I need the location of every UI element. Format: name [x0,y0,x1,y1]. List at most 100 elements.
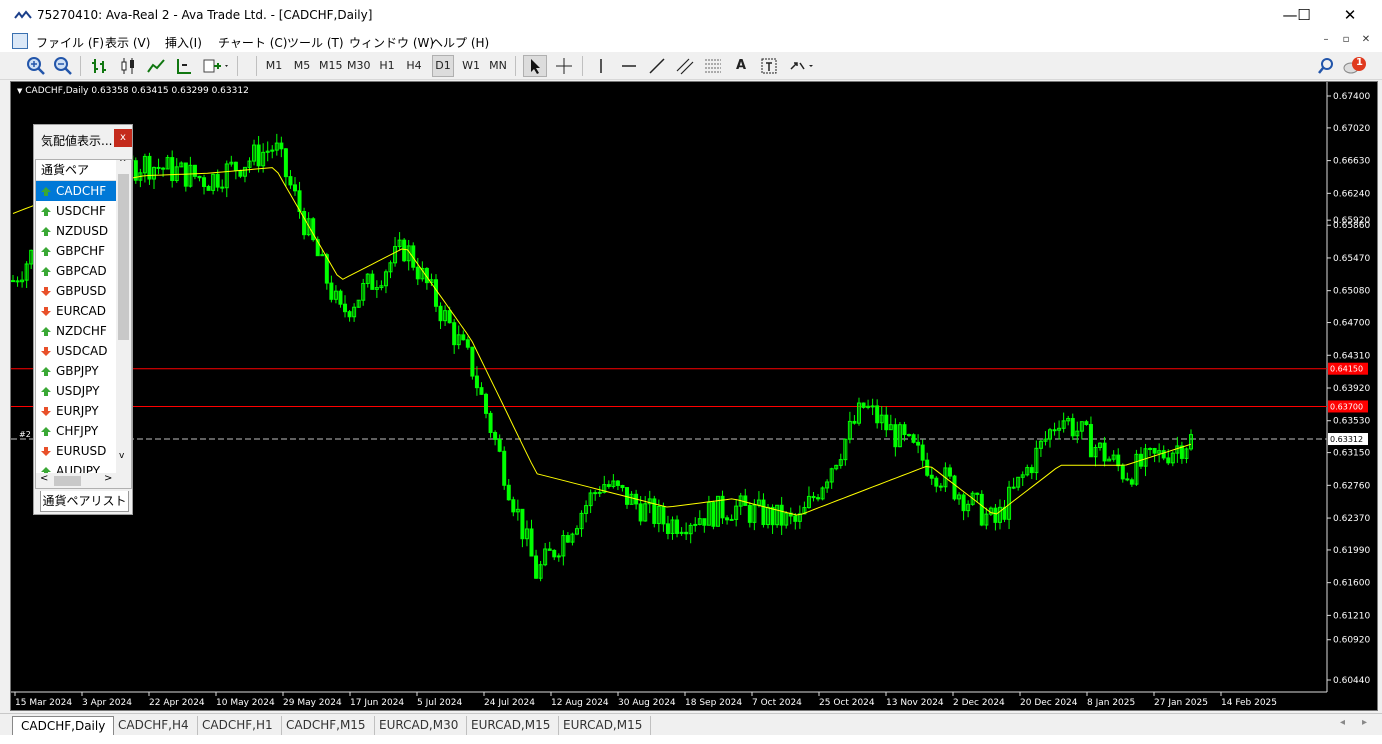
symbol-name: CHFJPY [56,424,99,438]
chart-tab[interactable]: EURCAD,M30 [371,716,468,735]
text-label-icon[interactable] [758,55,780,77]
vertical-line-icon[interactable] [590,55,612,77]
menu-insert[interactable]: 挿入(I) [165,34,202,51]
chart-shift-icon[interactable] [201,55,231,77]
price-tick-label: 0.67400 [1333,92,1370,102]
chart-window-icon[interactable] [12,33,28,49]
candle-body [288,176,293,186]
candle-body [902,424,907,436]
timeframe-mn-button[interactable]: MN [487,55,509,77]
chart-menu-arrow-icon[interactable]: ▼ [17,87,22,95]
tab-scroll-left-icon[interactable]: ◂ [1340,717,1345,728]
symbol-row-eurcad[interactable]: EURCAD [36,301,116,321]
mdi-close-button[interactable]: ✕ [1358,34,1374,48]
trendline-icon[interactable] [646,55,668,77]
chart-tab[interactable]: CADCHF,H1 [194,716,282,735]
channel-icon[interactable] [674,55,696,77]
maximize-button[interactable]: ☐ [1281,0,1327,31]
symbol-row-gbpcad[interactable]: GBPCAD [36,261,116,281]
menu-chart[interactable]: チャート (C) [218,34,287,51]
zoom-out-icon[interactable] [52,55,74,77]
symbol-row-usdchf[interactable]: USDCHF [36,201,116,221]
chart-tab[interactable]: CADCHF,Daily [12,716,115,735]
symbol-row-gbpjpy[interactable]: GBPJPY [36,361,116,381]
vertical-scrollbar[interactable]: ^ v [116,160,131,488]
bar-chart-icon[interactable] [89,55,111,77]
symbol-row-nzdchf[interactable]: NZDCHF [36,321,116,341]
arrow-up-icon [41,247,51,256]
menu-help[interactable]: ヘルプ (H) [431,34,489,51]
symbol-row-gbpchf[interactable]: GBPCHF [36,241,116,261]
candle-body [947,467,952,477]
candle-body [665,523,670,534]
arrows-icon[interactable] [786,55,816,77]
candle-body [979,493,984,526]
zoom-in-icon[interactable] [25,55,47,77]
scroll-right-icon[interactable]: > [104,473,112,484]
text-tool-button[interactable]: A [730,55,752,77]
symbol-row-eurjpy[interactable]: EURJPY [36,401,116,421]
cursor-icon[interactable] [523,55,547,77]
search-icon[interactable] [1315,55,1337,77]
symbol-row-nzdusd[interactable]: NZDUSD [36,221,116,241]
chart-tab-bar: CADCHF,Daily CADCHF,H4 CADCHF,H1 CADCHF,… [0,713,1382,735]
menu-file[interactable]: ファイル (F) [36,34,104,51]
candle-body [702,518,707,526]
date-tick-label: 15 Mar 2024 [15,698,72,708]
mdi-minimize-button[interactable]: – [1318,34,1334,48]
notification-icon[interactable]: 1 [1342,55,1368,77]
chart-tab[interactable]: CADCHF,H4 [110,716,198,735]
price-tick-label: 0.63150 [1333,449,1370,459]
tab-scroll-right-icon[interactable]: ▸ [1362,717,1367,728]
autoscroll-icon[interactable] [173,55,195,77]
timeframe-h1-button[interactable]: H1 [376,55,398,77]
candle-body [593,492,598,495]
market-watch-tab-symbols[interactable]: 通貨ペアリスト [40,491,129,512]
candle-body [1129,479,1134,485]
candle-body [920,444,925,461]
chart-tab[interactable]: CADCHF,M15 [278,716,375,735]
symbol-row-chfjpy[interactable]: CHFJPY [36,421,116,441]
symbol-row-usdjpy[interactable]: USDJPY [36,381,116,401]
market-watch-close-button[interactable]: x [114,129,132,147]
price-tick-label: 0.65080 [1333,287,1370,297]
timeframe-m15-button[interactable]: M15 [319,55,343,77]
candle-body [620,484,625,489]
horizontal-line-icon[interactable] [618,55,640,77]
line-chart-icon[interactable] [145,55,167,77]
vertical-scroll-thumb[interactable] [118,174,129,340]
chart-tab[interactable]: EURCAD,M15 [555,716,652,735]
candle-body [952,475,957,500]
candle-body [675,519,680,534]
symbol-row-gbpusd[interactable]: GBPUSD [36,281,116,301]
candlestick-icon[interactable] [117,55,139,77]
timeframe-m30-button[interactable]: M30 [347,55,371,77]
menu-view[interactable]: 表示 (V) [105,34,150,51]
scroll-up-icon[interactable]: ^ [119,160,127,168]
timeframe-m5-button[interactable]: M5 [291,55,313,77]
crosshair-icon[interactable] [553,55,575,77]
scroll-left-icon[interactable]: < [40,473,48,484]
timeframe-d1-button[interactable]: D1 [432,55,454,77]
fibonacci-icon[interactable] [702,55,724,77]
timeframe-h4-button[interactable]: H4 [403,55,425,77]
timeframe-m1-button[interactable]: M1 [263,55,285,77]
mdi-restore-button[interactable]: ▫ [1338,34,1354,48]
horizontal-scroll-thumb[interactable] [54,476,81,486]
moving-average-line [12,167,1192,516]
symbol-row-usdcad[interactable]: USDCAD [36,341,116,361]
candle-body [438,305,443,322]
symbol-row-eurusd[interactable]: EURUSD [36,441,116,461]
timeframe-w1-button[interactable]: W1 [460,55,482,77]
chart-canvas[interactable]: 0.67400 0.67020 0.66630 0.66240 0.65920 0.658… [10,81,1378,711]
date-tick-label: 25 Oct 2024 [819,698,875,708]
close-button[interactable]: ✕ [1327,0,1373,31]
horizontal-scrollbar[interactable]: < > [36,473,116,488]
symbol-row-cadchf[interactable]: CADCHF [36,181,116,201]
menu-window[interactable]: ウィンドウ (W) [349,34,434,51]
price-chart[interactable]: 0.674000.670200.666300.662400.659200.658… [11,82,1377,710]
scroll-down-icon[interactable]: v [119,451,124,461]
menu-tools[interactable]: ツール (T) [287,34,344,51]
candle-body [961,494,966,512]
chart-tab[interactable]: EURCAD,M15 [463,716,560,735]
